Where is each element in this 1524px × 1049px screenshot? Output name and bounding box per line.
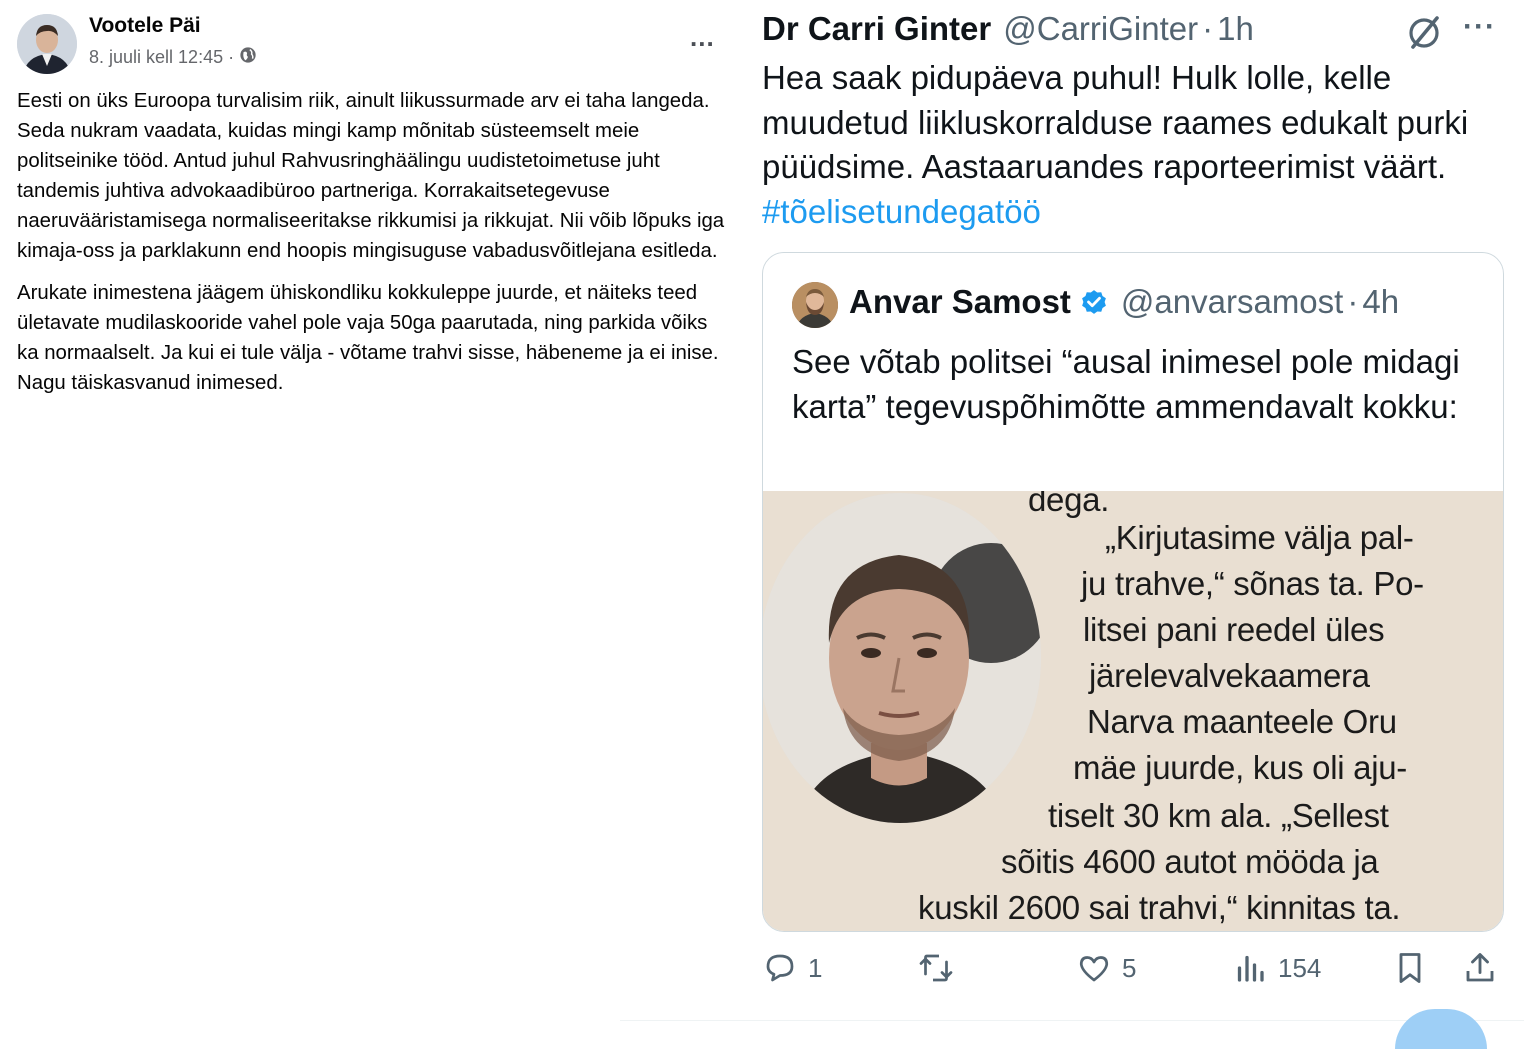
more-options-button[interactable]: ... <box>690 22 715 53</box>
quoted-timestamp[interactable]: 4h <box>1362 283 1399 321</box>
clipping-line: ju trahve,“ sõnas ta. Po- <box>1081 565 1424 602</box>
tweet-hashtag[interactable]: #tõelisetundegatöö <box>762 193 1041 230</box>
clipping-line: „Kirjutasime välja pal- <box>1105 519 1414 556</box>
quoted-author-name[interactable]: Anvar Samost <box>849 283 1071 321</box>
quoted-author-handle[interactable]: @anvarsamost <box>1121 283 1343 321</box>
view-count: 154 <box>1278 952 1322 983</box>
like-count: 5 <box>1122 952 1137 983</box>
tweet-author-name[interactable]: Dr Carri Ginter <box>762 10 991 48</box>
quoted-author-avatar[interactable] <box>792 282 838 328</box>
clipping-line: kuskil 2600 sai trahvi,“ kinnitas ta. <box>918 889 1401 926</box>
views-icon <box>1237 955 1264 982</box>
reply-button[interactable]: 1 <box>762 950 822 986</box>
clipping-line: dega. <box>1028 491 1110 518</box>
post-paragraph-1: Eesti on üks Euroopa turvalisim riik, ai… <box>17 90 725 262</box>
quoted-header: Anvar Samost @anvarsamost · 4h <box>849 283 1399 321</box>
tweet-divider <box>620 1020 1524 1021</box>
repost-button[interactable] <box>918 950 964 986</box>
clipping-portrait-photo <box>763 493 1041 823</box>
bookmark-icon <box>1399 953 1421 983</box>
tweet-header: Dr Carri Ginter @CarriGinter · 1h <box>762 10 1254 48</box>
quoted-text: See võtab politsei “ausal inimesel pole … <box>792 343 1460 425</box>
author-avatar[interactable] <box>17 14 77 74</box>
post-meta: 8. juuli kell 12:45 · <box>89 46 257 69</box>
tweet-body: Hea saak pidupäeva puhul! Hulk lolle, ke… <box>762 59 1469 185</box>
clipping-line: Narva maanteele Oru <box>1087 703 1397 740</box>
globe-icon <box>239 46 257 69</box>
meta-separator: · <box>228 47 235 67</box>
clipping-line: litsei pani reedel üles <box>1083 611 1385 648</box>
tweet-separator: · <box>1202 10 1214 47</box>
newspaper-clipping-image[interactable]: dega. „Kirjutasime välja pal- ju trahve,… <box>763 491 1503 931</box>
clipping-line: sõitis 4600 autot mööda ja <box>1001 843 1379 880</box>
verified-badge-icon <box>1079 287 1109 317</box>
tweet-author-handle[interactable]: @CarriGinter <box>1003 10 1198 48</box>
views-button[interactable]: 154 <box>1232 950 1321 986</box>
clipping-line: järelevalvekaamera <box>1089 657 1370 694</box>
author-name[interactable]: Vootele Päi <box>89 14 201 38</box>
share-icon <box>1466 953 1494 982</box>
floating-compose-button[interactable] <box>1395 1009 1487 1049</box>
post-body: Eesti on üks Euroopa turvalisim riik, ai… <box>17 86 729 410</box>
bookmark-button[interactable] <box>1392 950 1428 986</box>
quoted-tweet[interactable]: Anvar Samost @anvarsamost · 4h See võtab… <box>762 252 1504 932</box>
tweet-action-bar: 1 5 154 <box>762 950 1502 994</box>
tweet-more-button[interactable]: ··· <box>1463 10 1496 44</box>
facebook-post: Vootele Päi 8. juuli kell 12:45 · ... Ee… <box>0 0 740 1024</box>
reply-icon <box>766 954 794 982</box>
share-button[interactable] <box>1462 950 1498 986</box>
clipping-line: mäe juurde, kus oli aju- <box>1073 749 1407 786</box>
tweet-timestamp[interactable]: 1h <box>1217 10 1254 48</box>
reply-count: 1 <box>808 952 823 983</box>
post-date[interactable]: 8. juuli kell 12:45 <box>89 47 223 68</box>
clipping-line: tiselt 30 km ala. „Sellest <box>1048 797 1389 834</box>
repost-icon <box>919 954 953 982</box>
grok-icon[interactable] <box>1405 14 1443 52</box>
like-icon <box>1079 956 1109 982</box>
post-paragraph-2: Arukate inimestena jäägem ühiskondliku k… <box>17 282 719 394</box>
like-button[interactable]: 5 <box>1076 950 1136 986</box>
tweet: Dr Carri Ginter @CarriGinter · 1h ··· He… <box>620 0 1524 1049</box>
tweet-text: Hea saak pidupäeva puhul! Hulk lolle, ke… <box>762 56 1502 234</box>
quoted-separator: · <box>1347 283 1359 320</box>
